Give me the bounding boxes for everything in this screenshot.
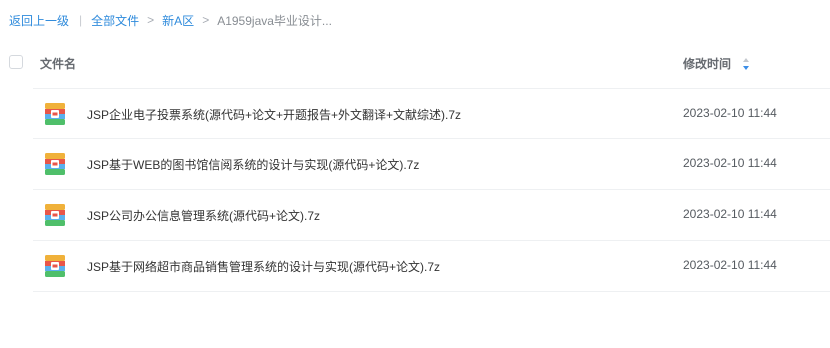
breadcrumb-separator: > bbox=[202, 13, 210, 27]
archive-file-icon bbox=[44, 204, 66, 226]
file-name[interactable]: JSP企业电子投票系统(源代码+论文+开题报告+外文翻译+文献综述).7z bbox=[87, 106, 461, 123]
sort-arrows-icon[interactable] bbox=[742, 57, 750, 71]
back-link[interactable]: 返回上一级 bbox=[9, 12, 69, 29]
breadcrumb: 返回上一级 | 全部文件 > 新A区 > A1959java毕业设计... bbox=[9, 10, 332, 30]
file-modified-time: 2023-02-10 11:44 bbox=[683, 106, 777, 120]
file-row[interactable]: JSP公司办公信息管理系统(源代码+论文).7z 2023-02-10 11:4… bbox=[33, 190, 830, 241]
column-header-name[interactable]: 文件名 bbox=[40, 55, 76, 72]
file-name[interactable]: JSP基于WEB的图书馆信阅系统的设计与实现(源代码+论文).7z bbox=[87, 156, 419, 173]
archive-file-icon bbox=[44, 153, 66, 175]
breadcrumb-divider: | bbox=[79, 13, 83, 27]
breadcrumb-folder-new-a[interactable]: 新A区 bbox=[162, 12, 194, 29]
file-list-header: 文件名 修改时间 bbox=[0, 48, 830, 78]
file-modified-time: 2023-02-10 11:44 bbox=[683, 258, 777, 272]
column-header-modified[interactable]: 修改时间 bbox=[683, 55, 750, 72]
breadcrumb-current-folder: A1959java毕业设计... bbox=[217, 13, 332, 28]
select-all-checkbox[interactable] bbox=[9, 55, 23, 69]
column-header-modified-label: 修改时间 bbox=[683, 57, 732, 71]
archive-file-icon bbox=[44, 103, 66, 125]
file-row[interactable]: JSP基于WEB的图书馆信阅系统的设计与实现(源代码+论文).7z 2023-0… bbox=[33, 139, 830, 190]
file-list: JSP企业电子投票系统(源代码+论文+开题报告+外文翻译+文献综述).7z 20… bbox=[0, 88, 830, 292]
file-row[interactable]: JSP企业电子投票系统(源代码+论文+开题报告+外文翻译+文献综述).7z 20… bbox=[33, 88, 830, 139]
file-modified-time: 2023-02-10 11:44 bbox=[683, 156, 777, 170]
breadcrumb-separator: > bbox=[147, 13, 155, 27]
breadcrumb-all-files[interactable]: 全部文件 bbox=[91, 12, 139, 29]
archive-file-icon bbox=[44, 255, 66, 277]
file-row[interactable]: JSP基于网络超市商品销售管理系统的设计与实现(源代码+论文).7z 2023-… bbox=[33, 241, 830, 292]
file-name[interactable]: JSP基于网络超市商品销售管理系统的设计与实现(源代码+论文).7z bbox=[87, 258, 440, 275]
file-modified-time: 2023-02-10 11:44 bbox=[683, 207, 777, 221]
file-name[interactable]: JSP公司办公信息管理系统(源代码+论文).7z bbox=[87, 207, 320, 224]
